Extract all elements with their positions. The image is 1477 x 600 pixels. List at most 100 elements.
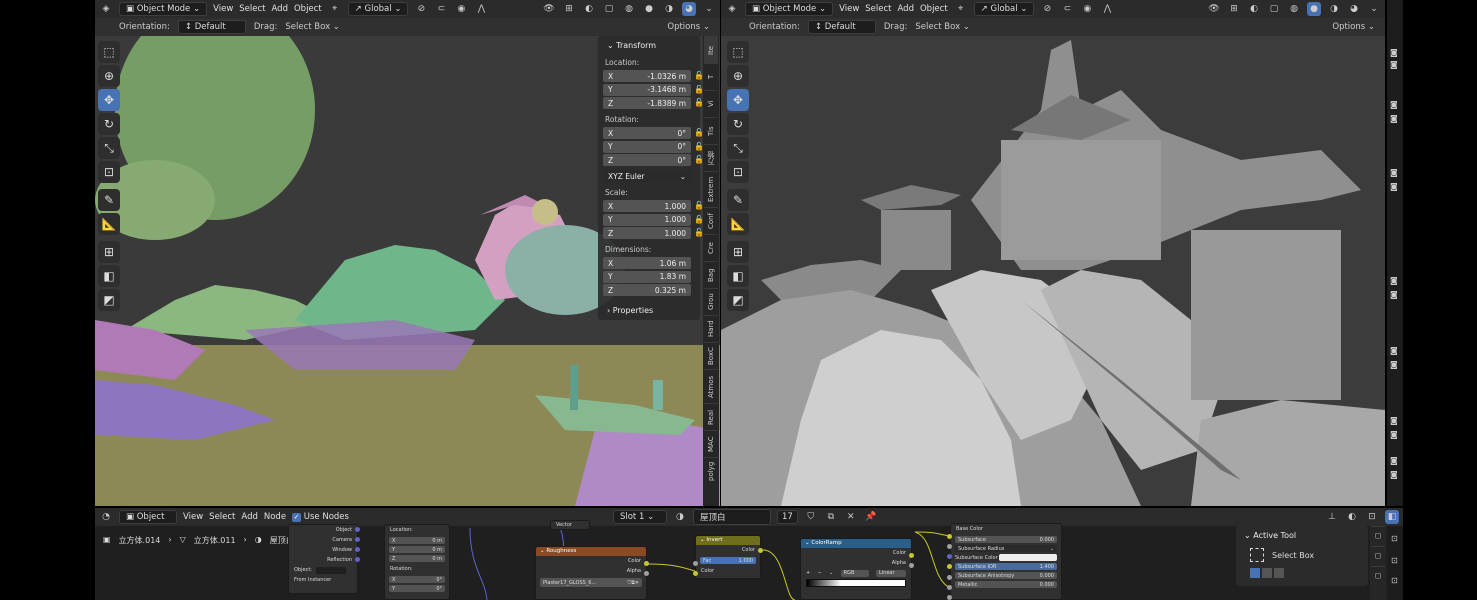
rotation-mode-dropdown[interactable]: XYZ Euler ⌄	[603, 170, 691, 182]
extra-tool-icon[interactable]: ◩	[98, 289, 120, 311]
socket[interactable]	[947, 595, 952, 600]
snap-icon[interactable]: ⊂	[434, 2, 448, 16]
material-shading-icon[interactable]: ◑	[662, 2, 676, 16]
tab-wanwu[interactable]: 万物	[704, 144, 718, 171]
mapping-loc-y[interactable]: Y 0 m	[389, 546, 445, 553]
properties-panel-header[interactable]: › Properties	[607, 306, 695, 315]
shear-tool-icon[interactable]: ◧	[727, 265, 749, 287]
cursor-tool-icon[interactable]: ⊕	[98, 65, 120, 87]
tab-node[interactable]: ▢	[1371, 566, 1385, 586]
drag-dropdown[interactable]: Select Box ⌄	[915, 22, 970, 32]
editor-type-icon[interactable]: ◈	[725, 2, 739, 16]
socket[interactable]	[644, 561, 649, 566]
snap-icon[interactable]: ⊂	[1060, 2, 1074, 16]
scale-tool-icon[interactable]: ⤡	[98, 137, 120, 159]
invert-fac-field[interactable]: Fac 1.000	[700, 557, 756, 564]
mapping-loc-z[interactable]: Z 0 m	[389, 555, 445, 562]
rotate-tool-icon[interactable]: ↻	[98, 113, 120, 135]
gizmo-icon[interactable]: ⊞	[562, 2, 576, 16]
location-x-field[interactable]: X -1.0326 m 🔓	[603, 70, 704, 82]
drag-dropdown[interactable]: Select Box ⌄	[285, 22, 340, 32]
options-dropdown[interactable]: Options ⌄	[1332, 22, 1375, 32]
chevron-down-icon[interactable]: ⌄	[829, 570, 833, 576]
rotation-x-field[interactable]: X 0° 🔓	[603, 127, 704, 139]
remove-stop-icon[interactable]: −	[818, 570, 822, 576]
camera-icon[interactable]: ◙	[1390, 470, 1398, 479]
extra-tool-icon[interactable]: ◩	[727, 289, 749, 311]
visibility-icon[interactable]: 👁	[542, 2, 556, 16]
tab-options[interactable]: ▢	[1371, 546, 1385, 566]
menu-add[interactable]: Add	[898, 4, 914, 14]
socket[interactable]	[947, 544, 952, 549]
solid-shading-icon[interactable]: ●	[1307, 2, 1321, 16]
camera-icon[interactable]: ◙	[1390, 60, 1398, 69]
overlay-icon[interactable]: ◐	[582, 2, 596, 16]
gizmo-icon[interactable]: ⊞	[1227, 2, 1241, 16]
dimensions-y-field[interactable]: Y 1.83 m	[603, 270, 691, 283]
select-new-mode-icon[interactable]	[1250, 568, 1260, 578]
add-stop-icon[interactable]: +	[806, 570, 810, 576]
cursor-icon[interactable]: ⌖	[954, 2, 968, 16]
bsdf-subsurface-field[interactable]: Subsurface 0.000	[955, 536, 1057, 543]
visibility-icon[interactable]: 👁	[1207, 2, 1221, 16]
dimensions-z-field[interactable]: Z 0.325 m	[603, 284, 691, 296]
bsdf-metallic-field[interactable]: Metallic 0.000	[955, 581, 1057, 588]
node-object-info[interactable]: Object Camera Window Reflection Object: …	[288, 524, 358, 594]
mode-dropdown[interactable]: ▣ Object Mode ⌄	[745, 2, 834, 16]
wireframe-shading-icon[interactable]: ◍	[622, 2, 636, 16]
rotation-z-field[interactable]: Z 0° 🔓	[603, 154, 704, 166]
material-shading-icon[interactable]: ◑	[1327, 2, 1341, 16]
scale-y-field[interactable]: Y 1.000 🔓	[603, 213, 704, 226]
color-gradient-bar[interactable]	[806, 579, 906, 587]
socket[interactable]	[355, 537, 360, 542]
image-selector[interactable]: Plaster17_GLOSS_6... ⛉⧉✕	[540, 578, 642, 587]
proportional-edit-icon[interactable]: ◉	[454, 2, 468, 16]
menu-view[interactable]: View	[213, 4, 233, 14]
solid-shading-icon[interactable]: ●	[642, 2, 656, 16]
tab-item[interactable]: Ite	[704, 36, 718, 63]
camera-icon[interactable]: ◙	[1390, 276, 1398, 285]
camera-icon[interactable]: ◙	[1390, 360, 1398, 369]
from-instancer-checkbox[interactable]: From Instancer	[294, 577, 331, 583]
active-tool-header[interactable]: ⌄ Active Tool	[1244, 531, 1360, 540]
socket[interactable]	[355, 527, 360, 532]
annotate-tool-icon[interactable]: ✎	[727, 189, 749, 211]
socket[interactable]	[947, 534, 952, 539]
xray-icon[interactable]: ▢	[602, 2, 616, 16]
mapping-loc-x[interactable]: X 0 m	[389, 537, 445, 544]
select-box-tool-icon[interactable]: ⬚	[727, 41, 749, 63]
socket[interactable]	[947, 585, 952, 590]
move-tool-icon[interactable]: ✥	[727, 89, 749, 111]
editor-type-icon[interactable]: ◈	[99, 2, 113, 16]
transform-orientation-dropdown[interactable]: ↗ Global ⌄	[973, 2, 1035, 16]
select-extend-mode-icon[interactable]	[1262, 568, 1272, 578]
tab-view[interactable]: Vi	[704, 90, 718, 117]
socket[interactable]	[947, 564, 952, 569]
node-colorramp[interactable]: ⌄ ColorRamp Color Alpha + − ⌄ RGB Linear	[800, 538, 912, 600]
select-box-tool-icon[interactable]: ⬚	[98, 41, 120, 63]
select-box-tool-icon[interactable]	[1250, 548, 1264, 562]
color-mode-dropdown[interactable]: RGB	[840, 569, 869, 577]
node-principled-bsdf[interactable]: Base Color Subsurface 0.000 Subsurface Ra…	[950, 523, 1062, 600]
move-tool-icon[interactable]: ✥	[98, 89, 120, 111]
transform-panel-header[interactable]: ⌄ Transform	[607, 41, 695, 50]
tab-extreme[interactable]: Extrem	[704, 171, 718, 207]
bsdf-subsurface-anisotropy-field[interactable]: Subsurface Anisotropy 0.000	[955, 572, 1057, 579]
mapping-rot-x[interactable]: X 0°	[389, 576, 445, 583]
socket[interactable]	[693, 571, 698, 576]
cursor-tool-icon[interactable]: ⊕	[727, 65, 749, 87]
transform-tool-icon[interactable]: ⊡	[727, 161, 749, 183]
socket[interactable]	[909, 563, 914, 568]
interpolation-dropdown[interactable]: Linear	[875, 569, 906, 577]
color-swatch[interactable]	[999, 554, 1057, 561]
camera-icon[interactable]: ◙	[1390, 430, 1398, 439]
bsdf-subsurface-radius-field[interactable]: Subsurface Radius ⌄	[955, 545, 1057, 552]
rotation-y-field[interactable]: Y 0° 🔓	[603, 140, 704, 153]
socket[interactable]	[644, 571, 649, 576]
rendered-shading-icon[interactable]: ◕	[1347, 2, 1361, 16]
object-picker[interactable]	[315, 566, 346, 574]
shading-options-icon[interactable]: ⌄	[702, 2, 716, 16]
camera-icon[interactable]: ◙	[1390, 114, 1398, 123]
location-z-field[interactable]: Z -1.8389 m 🔓	[603, 97, 704, 109]
tab-conf[interactable]: Conf	[704, 207, 718, 234]
